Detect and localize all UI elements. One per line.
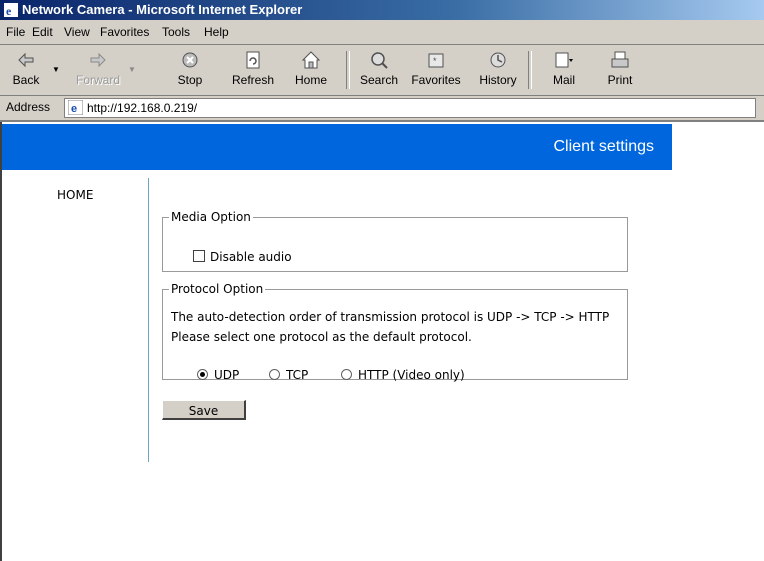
back-dropdown-icon[interactable]: ▼	[52, 65, 60, 74]
print-icon	[611, 51, 629, 68]
history-icon	[490, 52, 506, 68]
menu-help[interactable]: Help	[204, 20, 229, 44]
svg-text:*: *	[433, 56, 437, 66]
address-url: http://192.168.0.219/	[87, 101, 198, 115]
stop-button[interactable]: Stop	[170, 47, 210, 93]
window-title: Network Camera - Microsoft Internet Expl…	[22, 2, 303, 17]
back-label: Back	[12, 73, 40, 87]
protocol-option-group: Protocol Option The auto-detection order…	[162, 282, 628, 382]
title-bar: e Network Camera - Microsoft Internet Ex…	[0, 0, 764, 20]
search-icon	[371, 52, 388, 69]
protocol-instruction: Please select one protocol as the defaul…	[171, 330, 472, 344]
search-button[interactable]: Search	[356, 47, 402, 93]
toolbar-separator	[528, 51, 532, 89]
back-button[interactable]: Back	[6, 47, 46, 93]
nav-home-link[interactable]: HOME	[57, 188, 93, 202]
menu-file[interactable]: File	[6, 20, 25, 44]
media-option-group: Media Option Disable audio	[162, 210, 628, 272]
refresh-label: Refresh	[231, 73, 275, 87]
forward-dropdown-icon[interactable]: ▼	[128, 65, 136, 74]
svg-text:e: e	[6, 4, 12, 17]
save-button[interactable]: Save	[162, 400, 246, 420]
radio-tcp-button[interactable]	[269, 369, 280, 380]
refresh-button[interactable]: Refresh	[226, 47, 280, 93]
toolbar: Back ▼ Forward ▼ Stop Refresh Home Searc…	[0, 45, 764, 96]
radio-udp-label: UDP	[214, 368, 240, 382]
page-icon: e	[68, 100, 83, 115]
svg-text:e: e	[71, 103, 77, 115]
mail-button[interactable]: Mail	[544, 47, 584, 93]
menu-view[interactable]: View	[64, 20, 90, 44]
print-label: Print	[607, 73, 633, 87]
forward-label: Forward	[75, 73, 120, 87]
refresh-icon	[246, 51, 260, 69]
home-icon	[301, 51, 321, 69]
radio-http-button[interactable]	[341, 369, 352, 380]
address-label: Address	[6, 100, 51, 114]
history-button[interactable]: History	[474, 47, 522, 93]
forward-button[interactable]: Forward	[72, 47, 124, 93]
menu-favorites[interactable]: Favorites	[100, 20, 149, 44]
search-label: Search	[359, 73, 399, 87]
favorites-button[interactable]: * Favorites	[406, 47, 466, 93]
page-content: Client settings HOME Media Option Disabl…	[0, 122, 764, 561]
menu-edit[interactable]: Edit	[32, 20, 53, 44]
stop-label: Stop	[177, 73, 203, 87]
page-title: Client settings	[553, 138, 655, 155]
disable-audio-checkbox[interactable]	[193, 250, 205, 262]
toolbar-separator	[346, 51, 350, 89]
home-label: Home	[294, 73, 327, 87]
radio-http-label: HTTP (Video only)	[358, 368, 465, 382]
header-banner: Client settings	[2, 124, 672, 170]
protocol-description: The auto-detection order of transmission…	[171, 310, 610, 324]
forward-arrow-icon	[90, 52, 106, 68]
mail-label: Mail	[552, 73, 575, 87]
menu-bar: File Edit View Favorites Tools Help	[0, 20, 764, 45]
ie-icon: e	[4, 3, 18, 17]
left-nav: HOME	[2, 182, 148, 462]
address-input[interactable]: e http://192.168.0.219/	[64, 98, 756, 118]
protocol-option-legend: Protocol Option	[171, 282, 264, 296]
menu-tools[interactable]: Tools	[162, 20, 190, 44]
home-button[interactable]: Home	[290, 47, 332, 93]
back-arrow-icon	[18, 52, 34, 68]
stop-icon	[182, 52, 198, 68]
nav-divider	[148, 178, 149, 462]
radio-udp-button[interactable]	[197, 369, 208, 380]
radio-udp[interactable]: UDP	[197, 368, 239, 382]
favorites-label: Favorites	[411, 73, 461, 87]
radio-tcp[interactable]: TCP	[269, 368, 308, 382]
media-option-legend: Media Option	[171, 210, 251, 224]
browser-window: e Network Camera - Microsoft Internet Ex…	[0, 0, 764, 561]
history-label: History	[479, 73, 517, 87]
mail-icon	[555, 52, 573, 68]
favorites-icon: *	[428, 53, 444, 68]
radio-http[interactable]: HTTP (Video only)	[341, 368, 465, 382]
radio-tcp-label: TCP	[286, 368, 309, 382]
disable-audio-label: Disable audio	[210, 250, 292, 264]
disable-audio-option[interactable]: Disable audio	[193, 250, 292, 264]
print-button[interactable]: Print	[600, 47, 640, 93]
address-bar: Address e http://192.168.0.219/	[0, 96, 764, 122]
